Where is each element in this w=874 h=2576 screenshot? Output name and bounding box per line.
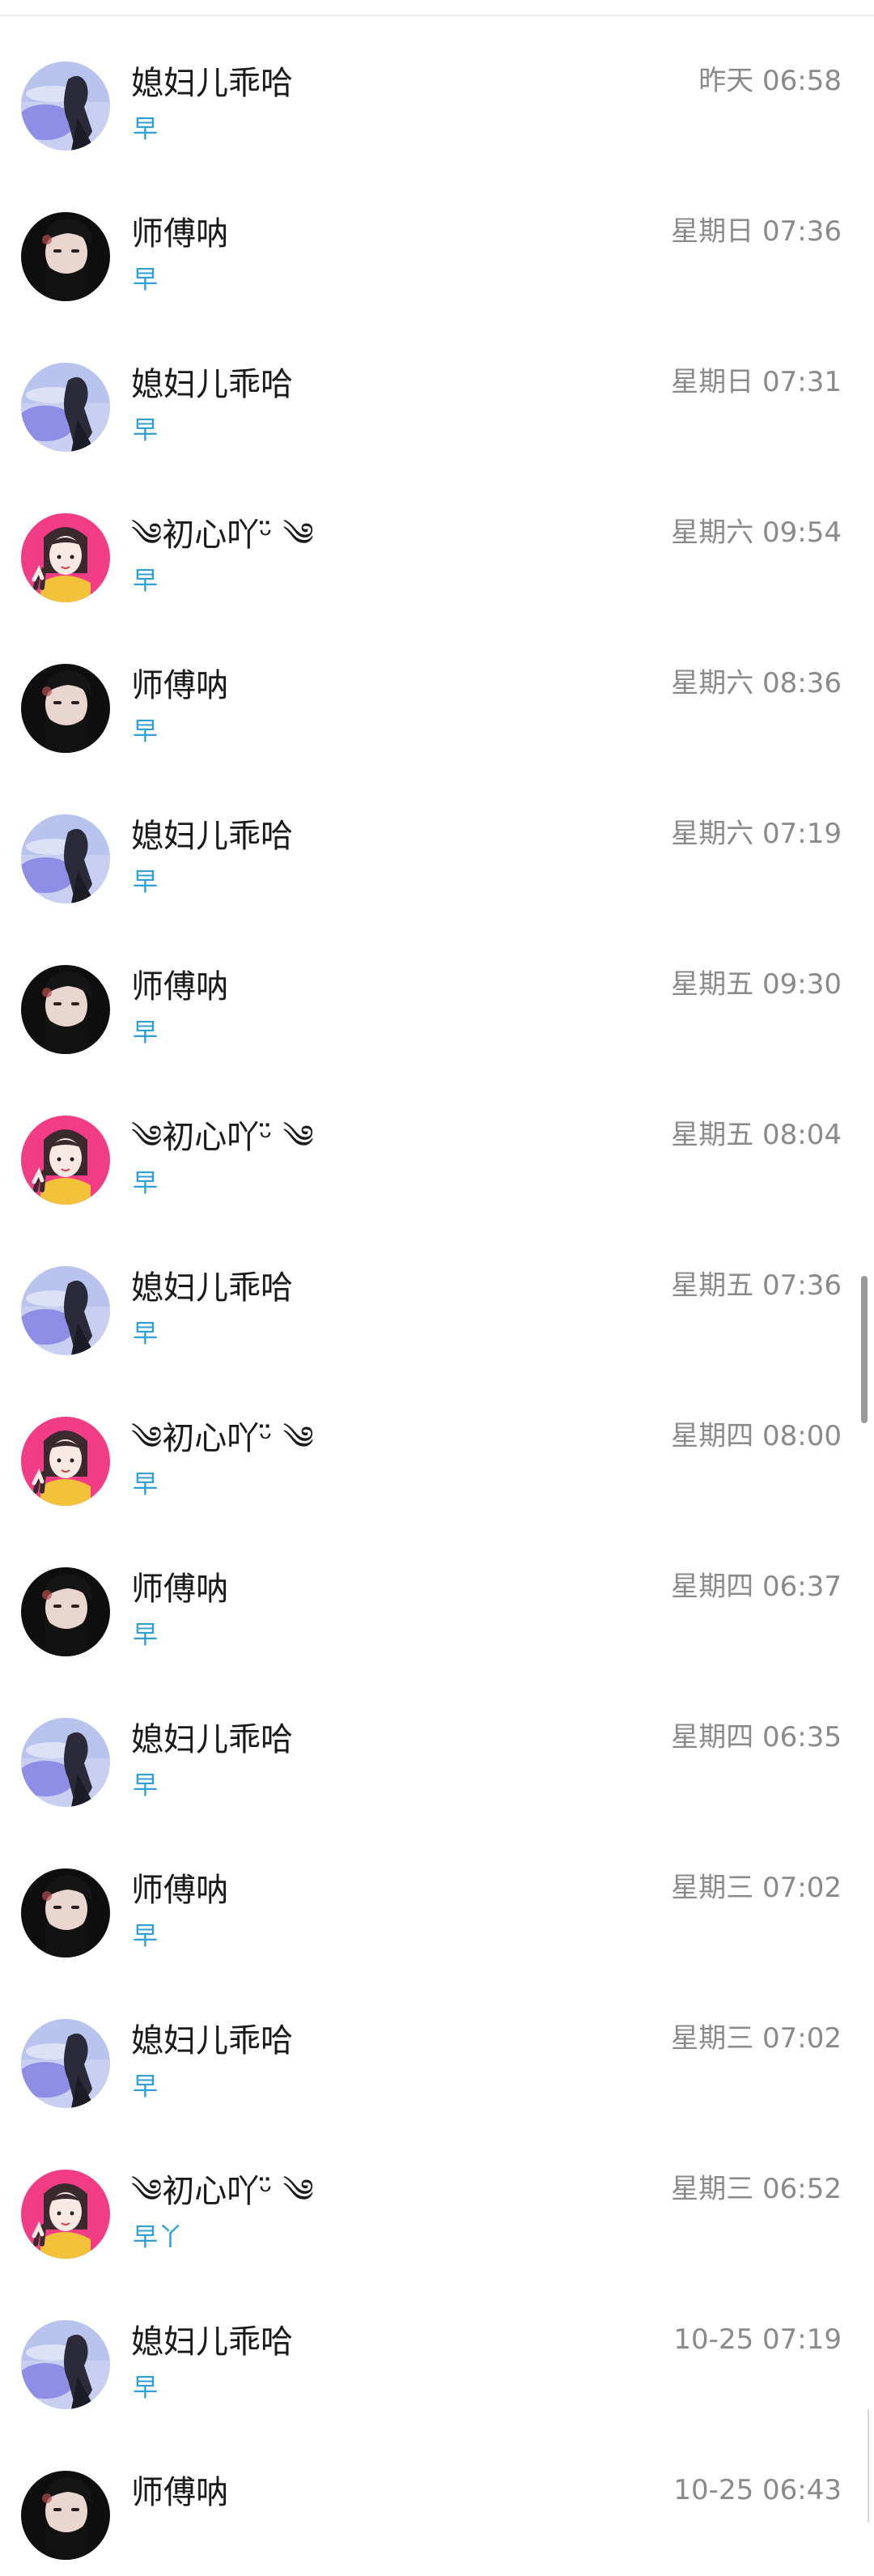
message-preview: 早 (133, 567, 158, 596)
contact-name: 媳妇儿乖哈 (131, 1269, 293, 1307)
message-preview: 早 (133, 1922, 158, 1951)
contact-name: 媳妇儿乖哈 (131, 2022, 293, 2060)
contact-name: 师傅呐 (131, 215, 228, 253)
message-timestamp: 10-25 06:43 (673, 2474, 842, 2506)
conversation-row[interactable]: 师傅呐 10-25 06:43 (0, 2425, 874, 2576)
dark-portrait-avatar (21, 212, 110, 301)
contact-name: 师傅呐 (131, 968, 228, 1005)
conversation-list[interactable]: 早媳妇儿乖哈早昨天 06:58师傅呐早星期日 07:36媳妇儿乖哈早星期日 07… (0, 0, 874, 2576)
contact-name: ༄初心吖ᵕ̈ ༄ (131, 516, 314, 554)
cartoon-girl-pink-avatar (21, 1116, 110, 1205)
conversation-row[interactable]: ༄初心吖ᵕ̈ ༄ 早 星期六 09:54 (0, 468, 874, 618)
message-timestamp: 星期三 07:02 (671, 1872, 842, 1904)
conversation-row[interactable]: 早 (0, 0, 874, 16)
message-preview: 早 (133, 1320, 158, 1349)
cartoon-girl-pink-avatar (21, 2170, 110, 2259)
contact-name: ༄初心吖ᵕ̈ ༄ (131, 1119, 314, 1156)
message-timestamp: 昨天 06:58 (698, 65, 842, 97)
message-timestamp: 星期日 07:31 (671, 366, 842, 398)
contact-name: 媳妇儿乖哈 (131, 65, 293, 102)
contact-name: 媳妇儿乖哈 (131, 366, 293, 403)
conversation-row[interactable]: 媳妇儿乖哈早 星期五 07:36 (0, 1221, 874, 1371)
dark-portrait-avatar (21, 2471, 110, 2560)
message-preview: 早 (133, 717, 158, 746)
blue-sky-girl-avatar (21, 1266, 110, 1355)
dark-portrait-avatar (21, 1868, 110, 1958)
message-timestamp: 星期三 06:52 (671, 2173, 842, 2205)
message-preview: 早 (133, 1771, 158, 1800)
contact-name: ༄初心吖ᵕ̈ ༄ (131, 2173, 314, 2210)
contact-name: ༄初心吖ᵕ̈ ༄ (131, 1420, 314, 1457)
contact-name: 媳妇儿乖哈 (131, 1721, 293, 1758)
conversation-row[interactable]: 师傅呐早 星期日 07:36 (0, 167, 874, 317)
message-preview: 早 (133, 1621, 158, 1650)
cartoon-girl-pink-avatar (21, 1417, 110, 1506)
message-timestamp: 星期六 09:54 (671, 516, 842, 549)
contact-name: 师傅呐 (131, 2474, 228, 2511)
conversation-row[interactable]: 媳妇儿乖哈早 星期四 06:35 (0, 1673, 874, 1823)
contact-name: 师傅呐 (131, 1571, 228, 1608)
blue-sky-girl-avatar (21, 814, 110, 903)
blue-sky-girl-avatar (21, 363, 110, 452)
message-timestamp: 星期四 06:35 (671, 1721, 842, 1753)
conversation-row[interactable]: ༄初心吖ᵕ̈ ༄ 早 星期五 08:04 (0, 1070, 874, 1221)
message-timestamp: 星期六 08:36 (671, 667, 842, 699)
message-preview: 早 (133, 2072, 158, 2102)
message-preview: 早 (133, 1470, 158, 1499)
message-preview: 早 (133, 266, 158, 295)
contact-name: 媳妇儿乖哈 (131, 2323, 293, 2361)
message-preview: 早 (133, 2374, 158, 2403)
blue-sky-girl-avatar (21, 1718, 110, 1807)
contact-name: 媳妇儿乖哈 (131, 818, 293, 855)
message-preview: 早 (133, 868, 158, 897)
message-timestamp: 星期三 07:02 (671, 2022, 842, 2055)
message-preview: 早丫 (133, 2223, 183, 2252)
conversation-row[interactable]: 师傅呐早 星期四 06:37 (0, 1522, 874, 1673)
conversation-row[interactable]: 师傅呐早 星期六 08:36 (0, 618, 874, 769)
message-timestamp: 星期五 08:04 (671, 1119, 842, 1151)
scrollbar-thumb[interactable] (861, 1276, 868, 1423)
dark-portrait-avatar (21, 965, 110, 1054)
dark-portrait-avatar (21, 664, 110, 753)
message-timestamp: 星期四 08:00 (671, 1420, 842, 1452)
message-timestamp: 星期五 07:36 (671, 1269, 842, 1302)
scrollbar-track-end (868, 2409, 869, 2523)
conversation-row[interactable]: 师傅呐早 星期五 09:30 (0, 920, 874, 1070)
conversation-row[interactable]: 媳妇儿乖哈早 昨天 06:58 (0, 16, 874, 167)
conversation-row[interactable]: 媳妇儿乖哈早 星期六 07:19 (0, 769, 874, 920)
blue-sky-girl-avatar (21, 62, 110, 151)
message-preview: 早 (133, 416, 158, 445)
conversation-row[interactable]: 媳妇儿乖哈早 星期日 07:31 (0, 317, 874, 468)
message-timestamp: 星期四 06:37 (671, 1571, 842, 1603)
message-timestamp: 星期六 07:19 (671, 818, 842, 850)
message-preview: 早 (133, 1018, 158, 1048)
message-timestamp: 星期日 07:36 (671, 215, 842, 248)
message-timestamp: 10-25 07:19 (673, 2323, 842, 2356)
cartoon-girl-pink-avatar (21, 513, 110, 602)
conversation-row[interactable]: 媳妇儿乖哈早 星期三 07:02 (0, 1974, 874, 2124)
blue-sky-girl-avatar (21, 2019, 110, 2108)
contact-name: 师傅呐 (131, 1872, 228, 1909)
conversation-row[interactable]: 师傅呐早 星期三 07:02 (0, 1823, 874, 1974)
message-timestamp: 星期五 09:30 (671, 968, 842, 1001)
message-preview: 早 (133, 1169, 158, 1198)
contact-name: 师傅呐 (131, 667, 228, 704)
message-preview: 早 (133, 115, 158, 144)
blue-sky-girl-avatar (21, 2320, 110, 2409)
dark-portrait-avatar (21, 1567, 110, 1656)
conversation-row[interactable]: ༄初心吖ᵕ̈ ༄ 早 星期四 08:00 (0, 1371, 874, 1522)
conversation-row[interactable]: 媳妇儿乖哈早 10-25 07:19 (0, 2275, 874, 2425)
conversation-row[interactable]: ༄初心吖ᵕ̈ ༄ 早丫 星期三 06:52 (0, 2124, 874, 2275)
